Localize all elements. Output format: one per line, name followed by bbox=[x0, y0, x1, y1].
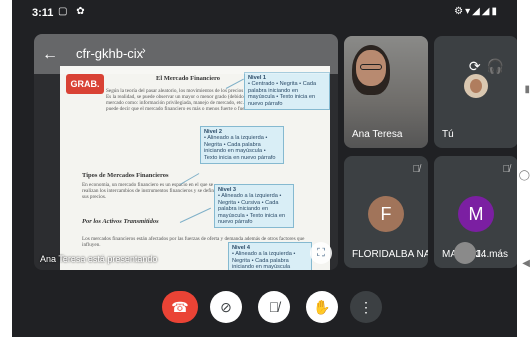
note-body: • Alineado a la izquierda • Negrita • Cu… bbox=[218, 193, 286, 226]
more-participants-count[interactable]: 14 más bbox=[475, 249, 508, 260]
avatar: M bbox=[458, 196, 494, 232]
participant-name: Tú bbox=[442, 129, 454, 140]
status-time: 3:11 bbox=[32, 7, 54, 19]
mic-off-icon: 🎙̸ bbox=[412, 164, 421, 175]
more-options-button[interactable]: ⋮ bbox=[350, 291, 382, 323]
device-edge: ▮ ◯ ◀ bbox=[517, 0, 532, 337]
audio-output-icon[interactable]: 🎧 bbox=[487, 58, 510, 74]
avatar: F bbox=[368, 196, 404, 232]
note-level-4: Nivel 4 • Alineado a la izquierda • Negr… bbox=[228, 242, 312, 270]
note-body: • Centrado • Negrita • Cada palabra inic… bbox=[248, 81, 317, 107]
edge-back-icon: ◀ bbox=[522, 258, 530, 269]
participant-name: Ana Teresa bbox=[352, 129, 403, 140]
note-level-2: Nivel 2 • Alineado a la izquierda • Negr… bbox=[200, 126, 284, 165]
note-connector bbox=[179, 207, 212, 223]
doc-heading-1: El Mercado Financiero bbox=[156, 75, 221, 82]
doc-heading-2: Tipos de Mercados Financieros bbox=[82, 172, 169, 179]
status-bar: 3:11 ▢ ✿ ⚙▾◢◢▮ bbox=[12, 0, 517, 26]
presentation-tile[interactable]: GRAB. El Mercado Financiero Según la teo… bbox=[34, 34, 338, 270]
meeting-code[interactable]: cfr-gkhb-cix bbox=[76, 46, 143, 61]
participant-tile-maria[interactable]: 🎙̸ M MARIA J... 14 más bbox=[434, 156, 517, 268]
note-body: • Alineado a la izquierda • Negrita • Ca… bbox=[204, 135, 276, 161]
back-arrow-icon[interactable]: ← bbox=[42, 46, 58, 64]
mic-off-icon: 🎙̸ bbox=[268, 299, 280, 315]
chevron-right-icon[interactable]: › bbox=[142, 45, 146, 57]
notification-icons: ▢ ✿ bbox=[58, 6, 88, 17]
note-body: • Alineado a la izquierda • Negrita • Ca… bbox=[232, 251, 296, 270]
switch-camera-icon[interactable]: ⟳ bbox=[469, 58, 487, 74]
fullscreen-icon: ⛶ bbox=[317, 247, 325, 259]
presenter-caption: Ana Teresa está presentando bbox=[40, 254, 158, 264]
more-participants-avatar bbox=[454, 242, 476, 264]
phone-hangup-icon: ☎ bbox=[171, 299, 189, 315]
participant-name: FLORIDALBA NAR... bbox=[352, 249, 428, 260]
microphone-toggle-button[interactable]: 🎙̸ bbox=[258, 291, 290, 323]
participant-tile-self[interactable]: ⟳🎧 Tú bbox=[434, 36, 517, 148]
self-controls: ⟳🎧 bbox=[469, 58, 510, 75]
self-video-thumbnail bbox=[464, 74, 488, 98]
self-face bbox=[470, 79, 482, 93]
note-level-1: Nivel 1 • Centrado • Negrita • Cada pala… bbox=[244, 72, 330, 111]
system-status-icons: ⚙▾◢◢▮ bbox=[454, 6, 499, 17]
doc-heading-3: Por los Activos Transmitidos bbox=[82, 218, 159, 225]
fullscreen-button[interactable]: ⛶ bbox=[310, 242, 332, 264]
mic-off-icon: 🎙̸ bbox=[502, 164, 511, 175]
camera-toggle-button[interactable]: ⊘ bbox=[210, 291, 242, 323]
doc-paragraph-2: En economía, un mercado financiero es un… bbox=[82, 182, 219, 200]
note-level-3: Nivel 3 • Alineado a la izquierda • Negr… bbox=[214, 184, 294, 229]
end-call-button[interactable]: ☎ bbox=[162, 291, 198, 323]
raise-hand-button[interactable]: ✋ bbox=[306, 291, 338, 323]
hand-icon: ✋ bbox=[313, 299, 331, 315]
camera-off-icon: ⊘ bbox=[220, 299, 232, 315]
presentation-header: ← cfr-gkhb-cix › bbox=[34, 34, 338, 74]
edge-square-icon: ▮ bbox=[524, 84, 530, 95]
recording-badge: GRAB. bbox=[66, 74, 104, 94]
edge-circle-icon: ◯ bbox=[518, 170, 530, 181]
more-vert-icon: ⋮ bbox=[359, 299, 373, 315]
shared-document: GRAB. El Mercado Financiero Según la teo… bbox=[60, 66, 330, 270]
glasses-icon bbox=[360, 64, 382, 70]
participant-tile-floridalba[interactable]: 🎙̸ F FLORIDALBA NAR... bbox=[344, 156, 428, 268]
participant-tile-ana[interactable]: Ana Teresa bbox=[344, 36, 428, 148]
meet-screen: 3:11 ▢ ✿ ⚙▾◢◢▮ GRAB. El Mercado Financie… bbox=[12, 0, 517, 337]
